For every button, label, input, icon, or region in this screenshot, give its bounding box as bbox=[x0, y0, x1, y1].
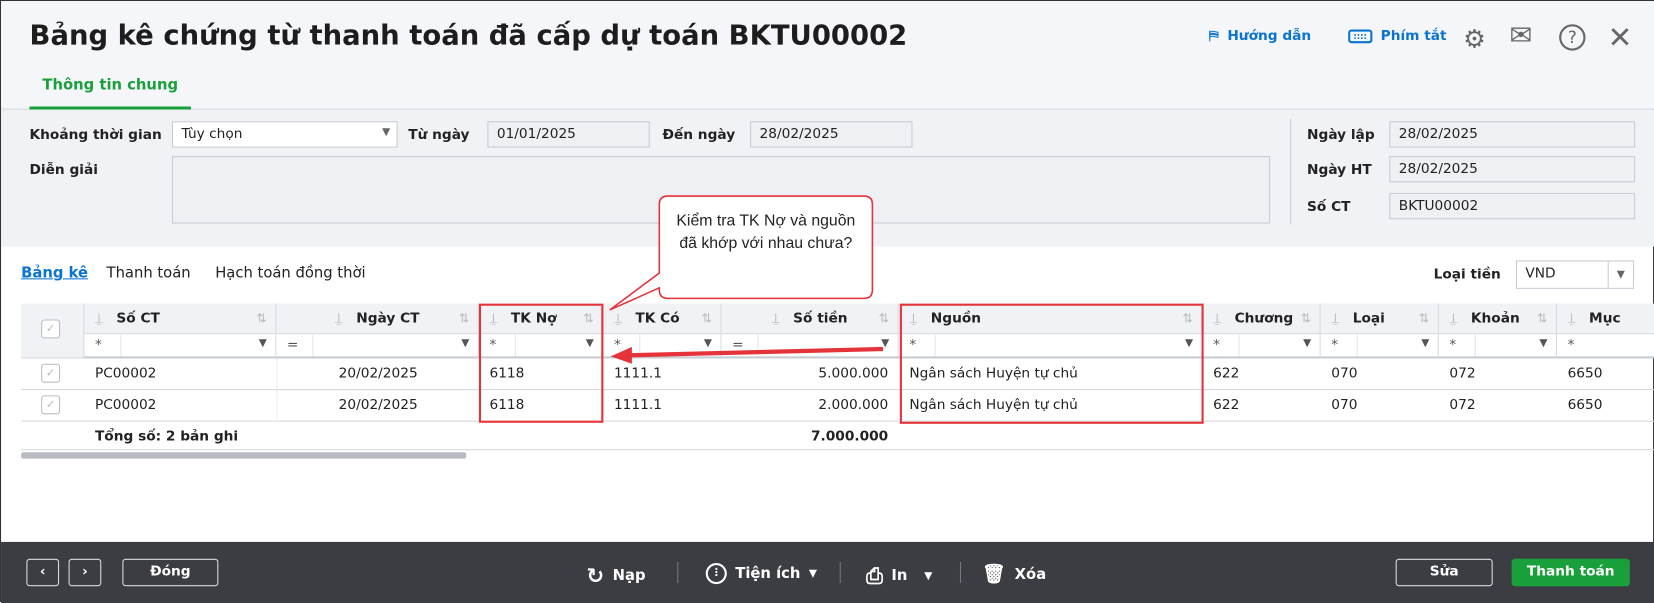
caret-down-icon: ▼ bbox=[924, 569, 933, 582]
window: Bảng kê chứng từ thanh toán đã cấp dự to… bbox=[0, 0, 1654, 603]
printer-icon: ⎙ bbox=[866, 562, 883, 589]
print-button[interactable]: ⎙ In ▼ bbox=[866, 563, 932, 588]
footer-toolbar: ‹ › Đóng ↻ Nạp ⋮ Tiện ích ▼ ⎙ In ▼ 🗑 Xóa Sửa T… bbox=[1, 541, 1654, 603]
edit-button[interactable]: Sửa bbox=[1395, 558, 1493, 587]
print-label: In bbox=[891, 567, 908, 585]
utilities-button[interactable]: ⋮ Tiện ích ▼ bbox=[705, 562, 817, 585]
close-button[interactable]: Đóng bbox=[122, 558, 219, 587]
divider bbox=[839, 561, 841, 584]
delete-button[interactable]: 🗑 Xóa bbox=[982, 563, 1046, 585]
caret-down-icon: ▼ bbox=[808, 567, 817, 580]
reload-button[interactable]: ↻ Nạp bbox=[587, 563, 646, 588]
divider bbox=[959, 561, 962, 584]
refresh-icon: ↻ bbox=[586, 562, 605, 589]
prev-button[interactable]: ‹ bbox=[26, 558, 60, 587]
more-icon: ⋮ bbox=[705, 562, 727, 585]
callout-text: Kiểm tra TK Nợ và nguồn đã khớp với nhau… bbox=[676, 211, 856, 252]
pay-button[interactable]: Thanh toán bbox=[1511, 558, 1630, 587]
divider bbox=[677, 561, 679, 584]
utilities-label: Tiện ích bbox=[735, 565, 801, 582]
reload-label: Nạp bbox=[612, 567, 646, 585]
next-button[interactable]: › bbox=[68, 558, 102, 587]
callout-arrow bbox=[609, 195, 884, 364]
trash-icon: 🗑 bbox=[982, 562, 1007, 586]
delete-label: Xóa bbox=[1014, 565, 1047, 583]
